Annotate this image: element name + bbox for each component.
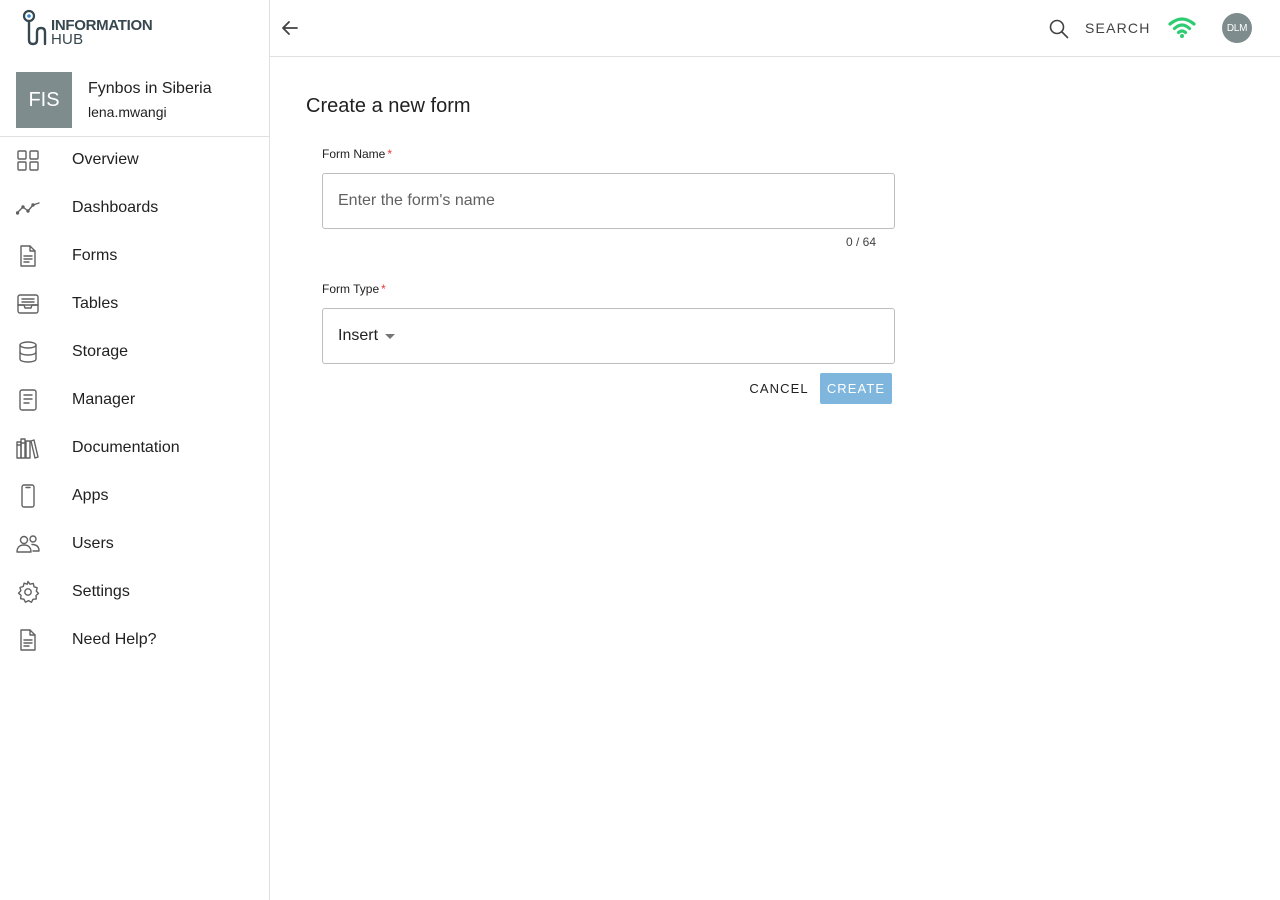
chevron-down-icon bbox=[385, 334, 395, 339]
search-icon[interactable] bbox=[1048, 18, 1070, 40]
sidebar-item-settings[interactable]: Settings bbox=[0, 568, 269, 616]
sidebar-item-label: Tables bbox=[72, 295, 119, 312]
project-name: Fynbos in Siberia bbox=[88, 80, 212, 97]
users-icon bbox=[16, 532, 40, 556]
information-hub-logo[interactable]: INFORMATION HUB bbox=[20, 8, 160, 48]
sidebar-item-label: Overview bbox=[72, 151, 139, 168]
sidebar-item-label: Forms bbox=[72, 247, 118, 264]
project-username: lena.mwangi bbox=[88, 104, 167, 120]
grid-icon bbox=[16, 148, 40, 172]
back-arrow-icon[interactable] bbox=[278, 16, 302, 40]
gear-icon bbox=[16, 580, 40, 604]
user-avatar[interactable]: DLM bbox=[1222, 13, 1252, 43]
logo-text-line2: HUB bbox=[51, 31, 84, 48]
required-marker: * bbox=[387, 147, 393, 161]
sidebar-item-documentation[interactable]: Documentation bbox=[0, 424, 269, 472]
sidebar-item-apps[interactable]: Apps bbox=[0, 472, 269, 520]
page-title: Create a new form bbox=[306, 95, 471, 117]
sidebar-item-label: Settings bbox=[72, 583, 130, 600]
form-type-label: Form Type * bbox=[322, 282, 386, 296]
wifi-icon bbox=[1167, 16, 1197, 40]
sidebar-nav: Overview Dashboards Forms Tables Storage bbox=[0, 136, 269, 664]
sidebar-item-need-help[interactable]: Need Help? bbox=[0, 616, 269, 664]
sidebar-item-manager[interactable]: Manager bbox=[0, 376, 269, 424]
sidebar-item-label: Storage bbox=[72, 343, 129, 360]
phone-icon bbox=[16, 484, 40, 508]
create-button[interactable]: CREATE bbox=[820, 373, 892, 404]
inbox-icon bbox=[16, 292, 40, 316]
main-content: Create a new form Form Name* 0 / 64 Form… bbox=[270, 57, 1280, 900]
required-marker: * bbox=[381, 282, 386, 296]
form-name-label: Form Name * bbox=[322, 147, 392, 161]
sidebar-item-overview[interactable]: Overview bbox=[0, 136, 269, 184]
form-type-value: Insert bbox=[338, 327, 379, 344]
sidebar-item-label: Apps bbox=[72, 487, 109, 504]
logo-mark-icon bbox=[22, 9, 47, 46]
cancel-button[interactable]: CANCEL bbox=[743, 373, 815, 403]
sidebar-item-label: Manager bbox=[72, 391, 136, 408]
books-icon bbox=[16, 436, 40, 460]
search-button[interactable]: SEARCH bbox=[1085, 20, 1151, 36]
project-card[interactable]: FIS Fynbos in Siberia lena.mwangi bbox=[0, 56, 269, 137]
sidebar-item-label: Dashboards bbox=[72, 199, 159, 216]
form-name-label-text: Form Name bbox=[322, 147, 386, 161]
sidebar-item-label: Users bbox=[72, 535, 114, 552]
trend-icon bbox=[15, 196, 40, 220]
sidebar-item-label: Documentation bbox=[72, 439, 180, 456]
form-type-label-text: Form Type bbox=[322, 282, 380, 296]
database-icon bbox=[16, 340, 40, 364]
sidebar-item-users[interactable]: Users bbox=[0, 520, 269, 568]
sidebar-item-tables[interactable]: Tables bbox=[0, 280, 269, 328]
page-icon bbox=[16, 388, 40, 412]
character-counter: 0 / 64 bbox=[846, 235, 877, 249]
sidebar: INFORMATION HUB FIS Fynbos in Siberia le… bbox=[0, 0, 270, 900]
project-avatar: FIS bbox=[16, 72, 72, 128]
sidebar-item-forms[interactable]: Forms bbox=[0, 232, 269, 280]
sidebar-item-dashboards[interactable]: Dashboards bbox=[0, 184, 269, 232]
top-bar: SEARCH DLM bbox=[270, 0, 1280, 57]
sidebar-item-label: Need Help? bbox=[72, 631, 157, 648]
form-type-select[interactable]: Insert bbox=[322, 308, 895, 364]
form-name-field[interactable] bbox=[322, 173, 895, 229]
sidebar-item-storage[interactable]: Storage bbox=[0, 328, 269, 376]
document-icon bbox=[16, 244, 40, 268]
help-doc-icon bbox=[16, 628, 40, 652]
form-name-input[interactable] bbox=[323, 174, 894, 228]
